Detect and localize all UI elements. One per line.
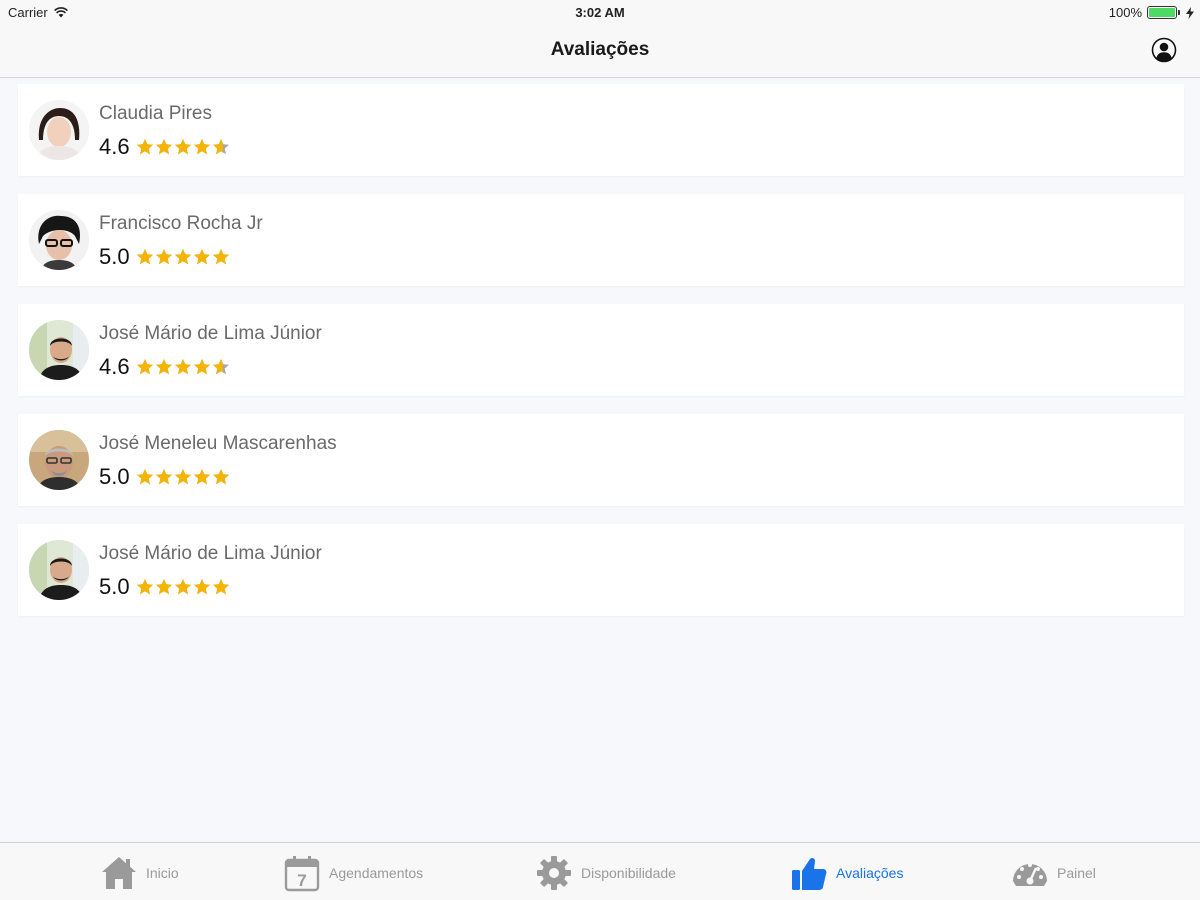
rating-value: 5.0 xyxy=(99,464,130,489)
profile-button[interactable] xyxy=(1151,37,1177,63)
tab-label: Inicio xyxy=(146,865,179,881)
star-icon xyxy=(136,249,153,265)
avatar xyxy=(29,100,89,160)
tab-avaliacoes[interactable]: Avaliações xyxy=(790,853,903,893)
tab-label: Painel xyxy=(1057,865,1096,881)
star-rating xyxy=(136,248,230,266)
gear-icon xyxy=(537,856,571,890)
home-icon xyxy=(102,857,136,889)
avatar xyxy=(29,430,89,490)
star-icon xyxy=(136,139,153,155)
star-icon xyxy=(212,359,229,375)
tab-label: Disponibilidade xyxy=(581,865,676,881)
review-card[interactable]: José Mário de Lima Júnior 4.6 xyxy=(18,304,1184,396)
star-icon xyxy=(136,579,153,595)
reviewer-name: Claudia Pires xyxy=(99,103,212,124)
star-icon xyxy=(174,249,191,265)
star-icon xyxy=(155,249,172,265)
rating-value: 4.6 xyxy=(99,134,130,159)
tab-bar: Inicio 7 Agendamentos Disponibilidade Av… xyxy=(0,842,1200,900)
review-card[interactable]: Claudia Pires 4.6 xyxy=(18,84,1184,176)
tab-painel[interactable]: Painel xyxy=(1011,853,1096,893)
tab-inicio[interactable]: Inicio xyxy=(100,853,179,893)
review-card[interactable]: Francisco Rocha Jr 5.0 xyxy=(18,194,1184,286)
star-icon xyxy=(155,579,172,595)
reviewer-name: José Mário de Lima Júnior xyxy=(99,543,322,564)
star-icon xyxy=(174,579,191,595)
star-icon xyxy=(155,359,172,375)
tab-disponibilidade[interactable]: Disponibilidade xyxy=(535,853,676,893)
status-time: 3:02 AM xyxy=(575,5,625,20)
star-icon xyxy=(174,139,191,155)
rating-value: 5.0 xyxy=(99,574,130,599)
review-card[interactable]: José Mário de Lima Júnior 5.0 xyxy=(18,524,1184,616)
star-icon xyxy=(136,359,153,375)
battery-percent: 100% xyxy=(1108,5,1142,20)
star-icon xyxy=(155,469,172,485)
star-icon xyxy=(174,359,191,375)
star-icon xyxy=(193,249,210,265)
rating-value: 4.6 xyxy=(99,354,130,379)
thumbs-up-icon xyxy=(792,857,827,890)
star-icon xyxy=(193,139,210,155)
review-card[interactable]: José Meneleu Mascarenhas 5.0 xyxy=(18,414,1184,506)
profile-icon xyxy=(1151,37,1177,63)
navigation-bar: Avaliações xyxy=(0,26,1200,78)
avatar xyxy=(29,540,89,600)
star-icon xyxy=(212,579,229,595)
star-icon xyxy=(193,579,210,595)
star-rating xyxy=(136,468,230,486)
battery-icon xyxy=(1147,6,1180,19)
star-icon xyxy=(193,469,210,485)
tab-label: Agendamentos xyxy=(329,865,424,881)
star-icon xyxy=(155,139,172,155)
star-rating xyxy=(136,138,230,156)
status-bar: Carrier 3:02 AM 100% xyxy=(0,0,1200,26)
reviewer-name: José Meneleu Mascarenhas xyxy=(99,433,337,454)
avatar xyxy=(29,320,89,380)
calendar-icon: 7 xyxy=(284,856,320,892)
rating-value: 5.0 xyxy=(99,244,130,269)
star-rating xyxy=(136,578,230,596)
star-icon xyxy=(212,139,229,155)
star-icon xyxy=(212,469,229,485)
charging-icon xyxy=(1186,6,1194,19)
reviewer-name: José Mário de Lima Júnior xyxy=(99,323,322,344)
avatar xyxy=(29,210,89,270)
battery-level xyxy=(1149,8,1175,17)
calendar-day: 7 xyxy=(297,871,306,890)
star-icon xyxy=(212,249,229,265)
star-icon xyxy=(193,359,210,375)
dashboard-icon xyxy=(1013,863,1047,886)
star-rating xyxy=(136,358,230,376)
tab-agendamentos[interactable]: 7 Agendamentos xyxy=(283,853,423,893)
review-list: Claudia Pires 4.6 Francisco Rocha Jr 5.0 xyxy=(18,84,1184,634)
tab-label: Avaliações xyxy=(836,865,904,881)
star-icon xyxy=(174,469,191,485)
page-title: Avaliações xyxy=(550,39,650,60)
reviewer-name: Francisco Rocha Jr xyxy=(99,213,263,234)
star-icon xyxy=(136,469,153,485)
